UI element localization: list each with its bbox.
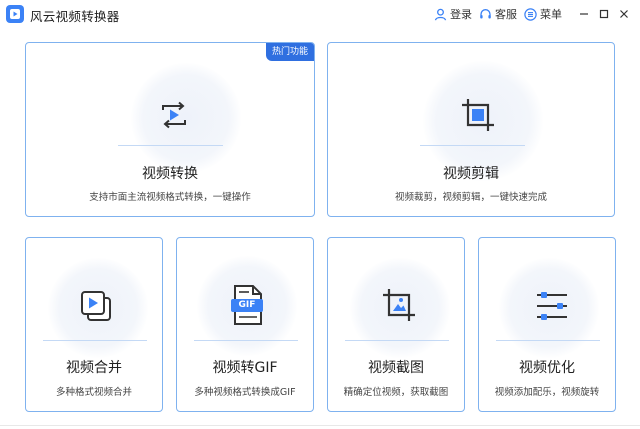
card-description: 视频添加配乐，视频旋转 (494, 387, 600, 398)
crop-image-icon (378, 284, 420, 326)
video-to-gif-card[interactable]: GIF 视频转GIF 多种视频格式转换成GIF (176, 237, 314, 412)
video-merge-icon (76, 286, 116, 326)
decorative-baseline (118, 145, 223, 146)
menu-button[interactable]: 菜单 (524, 5, 562, 23)
card-description: 精确定位视频，获取截图 (343, 387, 449, 398)
decorative-baseline (194, 340, 298, 341)
card-title: 视频转换 (142, 166, 198, 182)
crop-icon (456, 93, 500, 137)
card-title: 视频合并 (66, 360, 122, 376)
login-button[interactable]: 登录 (434, 5, 472, 23)
gif-icon-text: GIF (238, 300, 256, 310)
minimize-button[interactable] (574, 4, 594, 24)
title-bar: 风云视频转换器 登录 客服 菜单 (0, 0, 640, 28)
maximize-icon (599, 9, 609, 19)
card-title: 视频转GIF (212, 360, 278, 376)
decorative-baseline (420, 145, 525, 146)
sliders-icon (531, 286, 571, 326)
video-optimize-card[interactable]: 视频优化 视频添加配乐，视频旋转 (478, 237, 616, 412)
card-description: 视频裁剪，视频剪辑，一键快速完成 (394, 192, 547, 203)
card-title: 视频优化 (519, 360, 575, 376)
close-button[interactable] (614, 4, 634, 24)
card-title: 视频截图 (368, 360, 424, 376)
card-title: 视频剪辑 (443, 166, 499, 182)
service-button[interactable]: 客服 (479, 5, 517, 23)
decorative-baseline (345, 340, 449, 341)
app-logo-icon (6, 5, 24, 23)
gif-file-icon: GIF (227, 282, 267, 328)
headset-icon (480, 8, 491, 18)
video-convert-card[interactable]: 热门功能 视频转换 支持市面主流视频格式转换，一键操作 (25, 42, 315, 217)
card-description: 支持市面主流视频格式转换，一键操作 (89, 192, 251, 203)
close-icon (620, 10, 628, 18)
bottom-divider (0, 425, 640, 426)
video-convert-icon (154, 95, 194, 135)
user-icon (434, 8, 447, 20)
card-description: 多种视频格式转换成GIF (194, 387, 296, 398)
video-clip-card[interactable]: 视频剪辑 视频裁剪，视频剪辑，一键快速完成 (327, 42, 615, 217)
card-description: 多种格式视频合并 (55, 387, 132, 398)
video-capture-card[interactable]: 视频截图 精确定位视频，获取截图 (327, 237, 465, 412)
service-label: 客服 (495, 8, 517, 21)
decorative-baseline (496, 340, 600, 341)
minimize-icon (580, 13, 588, 15)
login-label: 登录 (450, 8, 472, 21)
video-merge-card[interactable]: 视频合并 多种格式视频合并 (25, 237, 163, 412)
menu-label: 菜单 (540, 8, 562, 21)
app-title: 风云视频转换器 (30, 9, 120, 24)
menu-icon (524, 7, 537, 21)
maximize-button[interactable] (594, 4, 614, 24)
decorative-baseline (43, 340, 147, 341)
hot-feature-badge: 热门功能 (265, 43, 314, 61)
